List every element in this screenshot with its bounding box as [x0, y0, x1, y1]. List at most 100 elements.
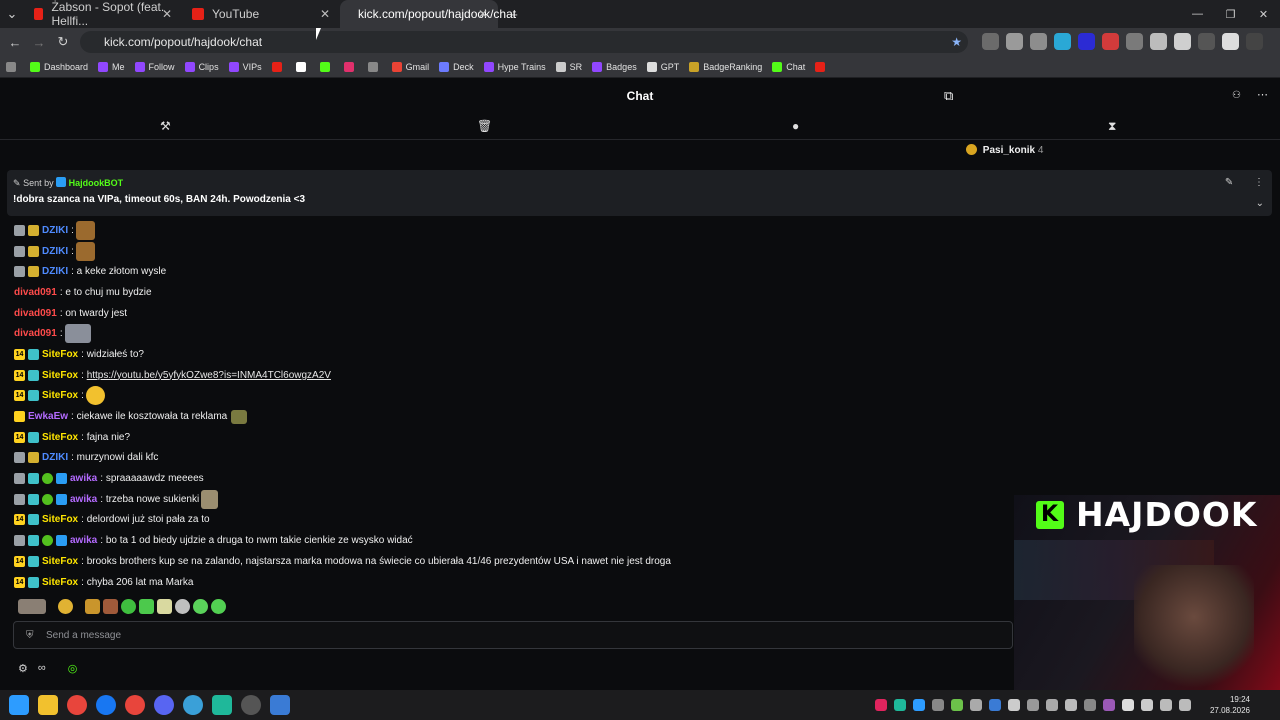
apps-grid-icon[interactable]: [6, 61, 20, 72]
file-explorer-icon[interactable]: [38, 695, 58, 715]
more-vertical-icon[interactable]: ⋮: [1254, 177, 1264, 188]
tray-icon[interactable]: [1065, 699, 1077, 711]
tray-icon[interactable]: [1122, 699, 1134, 711]
chat-message[interactable]: 14 SiteFox:: [14, 386, 994, 407]
speaker-icon[interactable]: [1179, 699, 1191, 711]
profile-avatar[interactable]: [1222, 33, 1239, 50]
chat-username[interactable]: DZIKI: [42, 246, 68, 257]
bookmark-kick[interactable]: [319, 61, 334, 72]
chat-message[interactable]: awika: bo ta 1 od biedy ujdzie a druga t…: [14, 530, 994, 551]
app-icon[interactable]: [212, 695, 232, 715]
tray-icon[interactable]: [1008, 699, 1020, 711]
minimize-icon[interactable]: —: [1181, 0, 1214, 28]
trash-icon[interactable]: 🗑: [477, 119, 492, 133]
hammer-icon[interactable]: ⚒: [160, 119, 171, 133]
bookmark-badgeranking[interactable]: BadgeRanking: [689, 61, 762, 72]
extension-icon[interactable]: [1102, 33, 1119, 50]
chat-username[interactable]: awika: [70, 535, 97, 546]
chat-message[interactable]: 14 SiteFox: delordowi już stoi pała za t…: [14, 510, 994, 531]
tray-icon[interactable]: [1046, 699, 1058, 711]
chat-username[interactable]: SiteFox: [42, 577, 78, 588]
chat-username[interactable]: SiteFox: [42, 390, 78, 401]
menu-dots-icon[interactable]: [1246, 33, 1263, 50]
microphone-icon[interactable]: [1160, 699, 1172, 711]
close-icon[interactable]: ✕: [320, 7, 330, 21]
tab-youtube[interactable]: YouTube ✕: [182, 0, 340, 28]
tray-icon[interactable]: [932, 699, 944, 711]
close-icon[interactable]: ✕: [162, 7, 172, 21]
chat-username[interactable]: divad091: [14, 287, 57, 298]
chat-message[interactable]: DZIKI:: [14, 241, 994, 262]
chat-username[interactable]: awika: [70, 494, 97, 505]
chat-message[interactable]: DZIKI: murzynowi dali kfc: [14, 448, 994, 469]
maximize-icon[interactable]: ❐: [1214, 0, 1247, 28]
tray-icon[interactable]: [1103, 699, 1115, 711]
bookmark-me[interactable]: Me: [98, 61, 125, 72]
chat-message[interactable]: 14 SiteFox: https://youtu.be/y5yfykOZwe8…: [14, 365, 994, 386]
chat-username[interactable]: divad091: [14, 328, 57, 339]
chat-message[interactable]: 14 SiteFox: chyba 206 lat ma Marka: [14, 572, 994, 593]
bookmark-instagram[interactable]: [343, 61, 358, 72]
chat-username[interactable]: SiteFox: [42, 432, 78, 443]
chat-message[interactable]: divad091: on twardy jest: [14, 303, 994, 324]
bookmark-x[interactable]: [295, 61, 310, 72]
tab-search-chevron-icon[interactable]: ⌄: [0, 6, 24, 22]
emote-image[interactable]: [211, 599, 226, 614]
chat-username[interactable]: divad091: [14, 308, 57, 319]
app-icon[interactable]: [183, 695, 203, 715]
obs-icon[interactable]: [241, 695, 261, 715]
unpin-icon[interactable]: ✎: [1225, 177, 1233, 188]
tray-icon[interactable]: [1141, 699, 1153, 711]
chat-link[interactable]: https://youtu.be/y5yfykOZwe8?is=INMA4TCl…: [87, 370, 331, 381]
extension-icon[interactable]: [1078, 33, 1095, 50]
more-icon[interactable]: ⋯: [1257, 88, 1268, 101]
close-icon[interactable]: ✕: [478, 7, 488, 21]
emote-image[interactable]: [157, 599, 172, 614]
emote-image[interactable]: [121, 599, 136, 614]
tray-icon[interactable]: [1084, 699, 1096, 711]
bookmark-clips[interactable]: Clips: [184, 61, 219, 72]
infinity-icon[interactable]: ∞: [38, 662, 46, 675]
points-icon[interactable]: ◎: [68, 662, 78, 675]
chat-message-input[interactable]: ⛨ Send a message: [13, 621, 1013, 649]
chat-username[interactable]: EwkaEw: [28, 411, 68, 422]
bookmark-dashboard[interactable]: Dashboard: [30, 61, 88, 72]
gift-leaderboard[interactable]: Pasi_konik 4: [966, 144, 1043, 156]
users-icon[interactable]: ⚇: [1232, 90, 1241, 101]
app-icon[interactable]: [270, 695, 290, 715]
pinned-author[interactable]: HajdookBOT: [69, 178, 124, 188]
forward-icon[interactable]: →: [27, 35, 51, 50]
windows-start-icon[interactable]: [9, 695, 29, 715]
tab-kick-chat[interactable]: kick.com/popout/hajdook/chat ✕: [340, 0, 516, 28]
tray-icon[interactable]: [989, 699, 1001, 711]
facebook-icon[interactable]: [96, 695, 116, 715]
chat-bubble-icon[interactable]: ●: [792, 119, 799, 133]
chat-message[interactable]: awika: spraaaaawdz meeees: [14, 468, 994, 489]
bookmark-gmail[interactable]: Gmail: [391, 61, 429, 72]
bookmark-hype-trains[interactable]: Hype Trains: [483, 61, 546, 72]
bookmark-youtube[interactable]: [271, 61, 286, 72]
bookmark-vips[interactable]: VIPs: [228, 61, 262, 72]
chevron-down-icon[interactable]: ⌄: [1256, 198, 1264, 209]
bookmark-follow[interactable]: Follow: [134, 61, 175, 72]
tray-icon[interactable]: [894, 699, 906, 711]
emote-image[interactable]: [139, 599, 154, 614]
url-input[interactable]: kick.com/popout/hajdook/chat ★: [80, 31, 968, 53]
taskbar-clock[interactable]: 19:24 27.08.2026: [1210, 694, 1250, 716]
chat-message[interactable]: divad091: e to chuj mu bydzie: [14, 282, 994, 303]
discord-icon[interactable]: [154, 695, 174, 715]
back-icon[interactable]: ←: [3, 35, 27, 50]
bookmark-deck[interactable]: Deck: [439, 61, 474, 72]
chat-message[interactable]: EwkaEw: ciekawe ile kosztowała ta reklam…: [14, 406, 994, 427]
chat-message[interactable]: 14 SiteFox: brooks brothers kup se na za…: [14, 551, 994, 572]
emote-image[interactable]: [85, 599, 100, 614]
extension-icon[interactable]: [1054, 33, 1071, 50]
bookmark-misc[interactable]: [367, 61, 382, 72]
kick-logo-icon[interactable]: ⧉: [944, 88, 953, 104]
settings-icon[interactable]: ⚙: [18, 662, 28, 675]
emote-image[interactable]: [103, 599, 118, 614]
emote-image[interactable]: [58, 599, 73, 614]
tray-icon[interactable]: [875, 699, 887, 711]
chat-username[interactable]: SiteFox: [42, 556, 78, 567]
emote-image[interactable]: [193, 599, 208, 614]
